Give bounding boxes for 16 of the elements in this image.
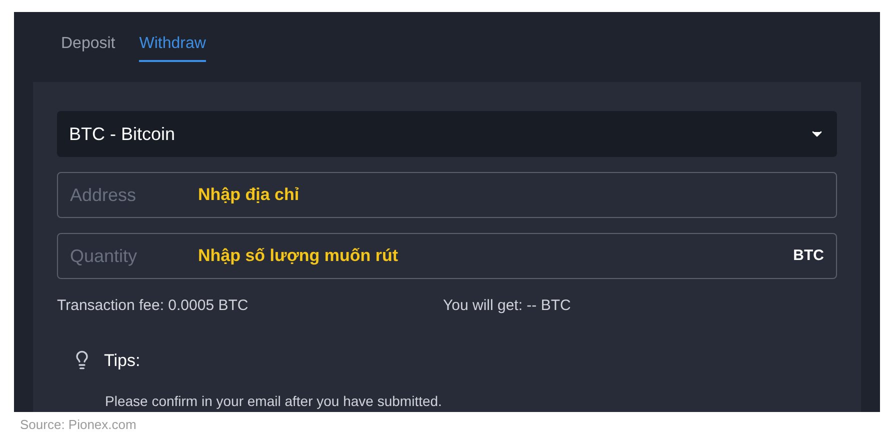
receive-text: You will get: -- BTC — [443, 296, 571, 316]
unit-label: BTC — [793, 246, 824, 266]
tips-title: Tips: — [104, 350, 140, 372]
quantity-field-input[interactable]: Quantity — [70, 242, 190, 270]
annotation-text: Nhập số lượng muốn rút — [198, 245, 398, 268]
fee-text: Transaction fee: 0.0005 BTC — [57, 296, 250, 316]
annotation-text: Nhập địa chỉ — [198, 184, 300, 206]
tips-text: Please confirm in your email after you have submitted. — [104, 392, 443, 411]
coin-select[interactable]: BTC - Bitcoin — [57, 111, 837, 157]
tab[interactable]: Deposit — [61, 32, 116, 62]
tab[interactable]: Withdraw — [139, 32, 206, 62]
quantity-field[interactable]: Quantity Nhập số lượng muốn rút BTC — [57, 233, 837, 279]
source-caption: Source: Pionex.com — [20, 416, 136, 434]
address-field-input[interactable]: Address — [70, 182, 190, 208]
coin-select-value: BTC - Bitcoin — [69, 122, 176, 146]
address-field[interactable]: Address Nhập địa chỉ — [57, 172, 837, 218]
